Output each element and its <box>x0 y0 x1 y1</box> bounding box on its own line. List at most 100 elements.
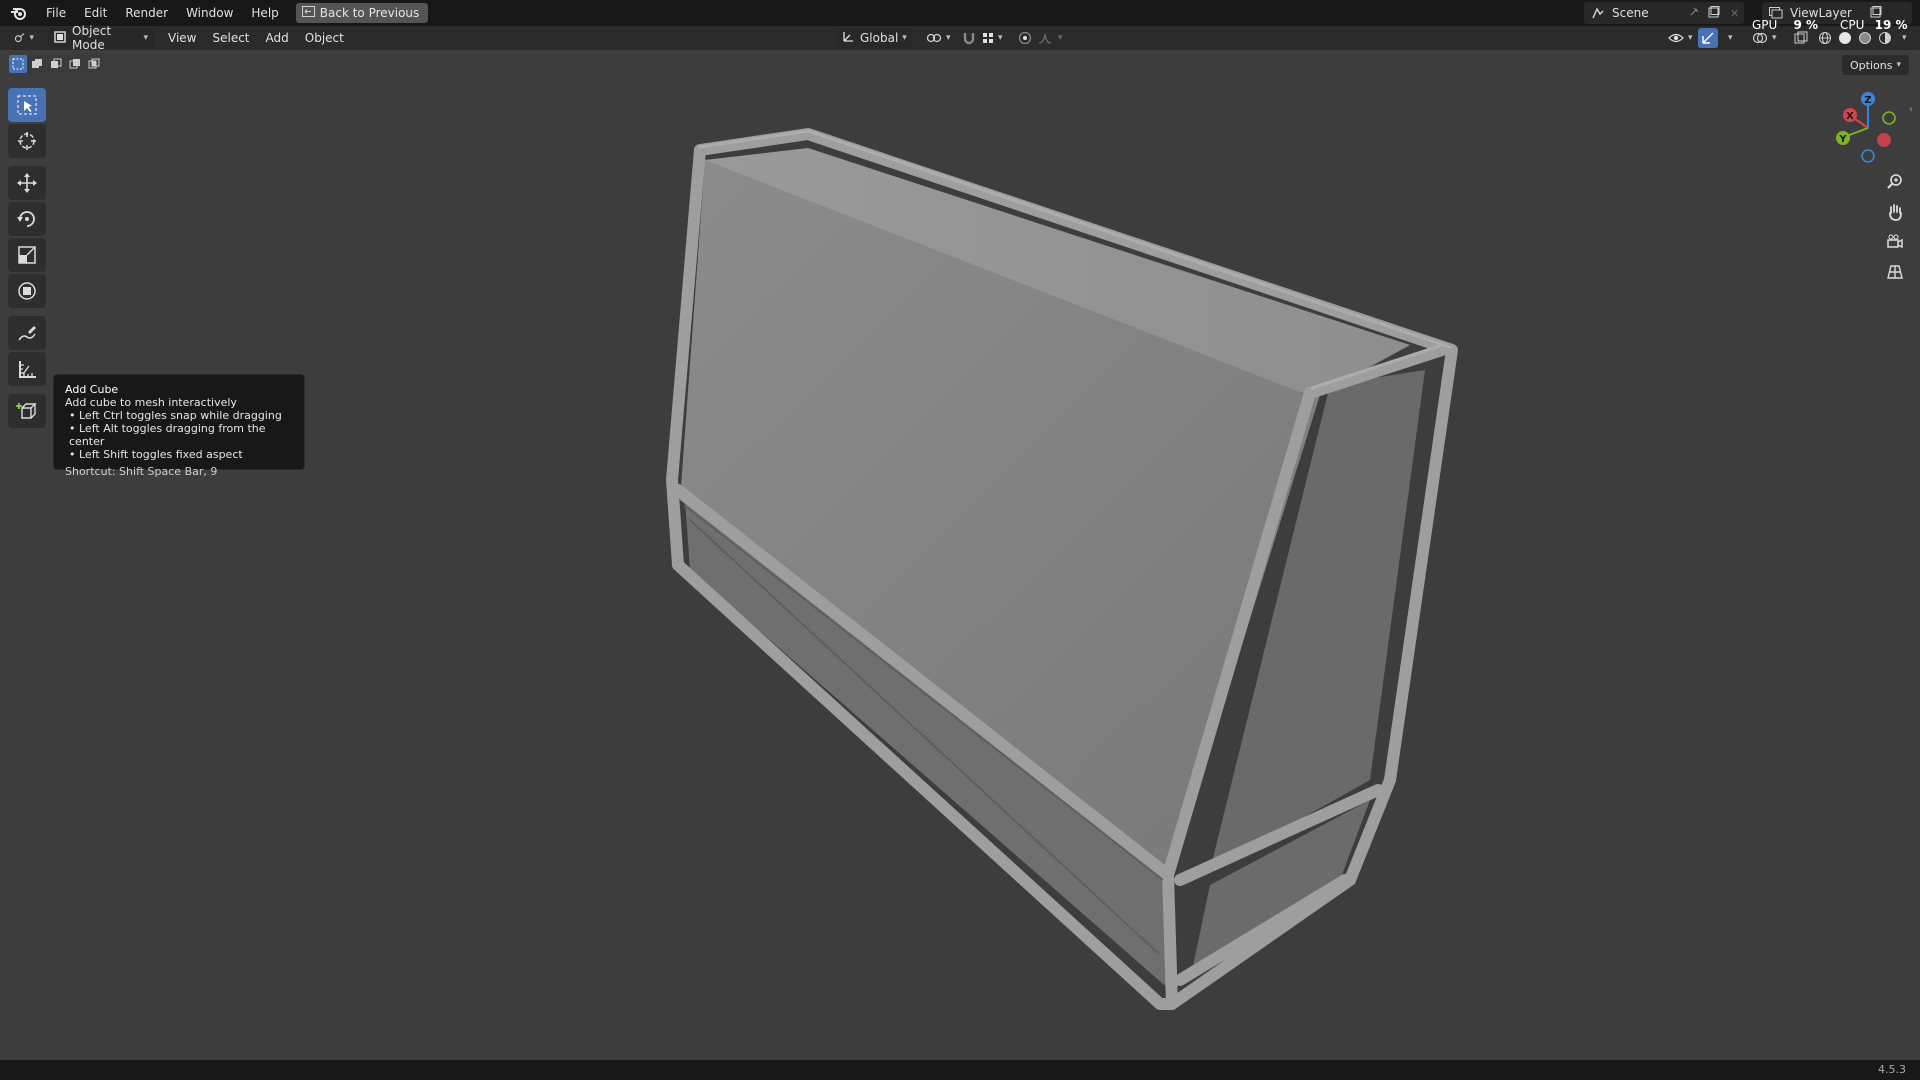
gizmo-dropdown[interactable]: ▾ <box>1718 28 1739 48</box>
mode-dropdown[interactable]: Object Mode ▾ <box>48 24 154 52</box>
y-axis-handle[interactable]: Y <box>1836 131 1850 145</box>
select-intersect-icon[interactable] <box>85 55 103 73</box>
visibility-dropdown[interactable]: ▾ <box>1662 28 1699 48</box>
menu-render[interactable]: Render <box>116 2 177 24</box>
gizmo-toggle[interactable] <box>1698 28 1718 48</box>
menu-add[interactable]: Add <box>260 28 295 48</box>
tooltip-bullet-text: Left Shift toggles fixed aspect <box>79 448 243 461</box>
cpu-value: 19 % <box>1874 18 1908 32</box>
pan-button[interactable] <box>1881 198 1909 226</box>
editor-type-button[interactable]: ▾ <box>8 28 40 48</box>
options-label: Options <box>1850 58 1893 72</box>
rotate-tool[interactable] <box>8 202 46 236</box>
cursor-tool[interactable] <box>8 124 46 158</box>
scale-tool[interactable] <box>8 238 46 272</box>
status-bar: 4.5.3 <box>0 1060 1920 1080</box>
neg-z-axis-handle[interactable] <box>1861 149 1875 163</box>
blender-logo-icon[interactable] <box>9 4 27 22</box>
select-new-icon[interactable] <box>9 55 27 73</box>
scene-render <box>666 128 1458 1010</box>
add-cube-icon <box>16 403 37 419</box>
bench-mesh[interactable] <box>666 128 1458 1010</box>
menu-edit[interactable]: Edit <box>75 2 116 24</box>
select-box-tool[interactable] <box>8 88 46 122</box>
scene-selector[interactable]: Scene ✕ <box>1584 2 1744 24</box>
chevron-down-icon: ▾ <box>1728 33 1733 43</box>
zoom-button[interactable] <box>1881 168 1909 196</box>
select-extend-icon[interactable] <box>28 55 46 73</box>
menu-help[interactable]: Help <box>242 2 287 24</box>
navigation-gizmo[interactable]: X Y Z <box>1828 86 1908 166</box>
menu-select[interactable]: Select <box>206 28 255 48</box>
menu-file[interactable]: File <box>37 2 75 24</box>
tooltip-bullet: • Left Alt toggles dragging from the cen… <box>69 422 266 448</box>
transform-orientation-dropdown[interactable]: Global ▾ <box>836 28 912 48</box>
tooltip-bullet: • Left Shift toggles fixed aspect <box>69 448 243 461</box>
tooltip-description: Add cube to mesh interactively <box>65 396 237 409</box>
options-dropdown[interactable]: Options ▾ <box>1842 55 1909 75</box>
transform-tool[interactable] <box>8 274 46 308</box>
orientation-label: Global <box>860 31 899 45</box>
snap-target-dropdown[interactable]: ▾ <box>976 28 1009 48</box>
menu-window[interactable]: Window <box>177 2 242 24</box>
camera-view-button[interactable] <box>1881 228 1909 256</box>
gizmo-icon <box>1702 32 1714 44</box>
scale-icon <box>18 246 36 264</box>
back-icon <box>301 6 315 20</box>
chevron-down-icon: ▾ <box>998 33 1003 43</box>
neg-y-axis-handle[interactable] <box>1882 111 1896 125</box>
selection-mode-group <box>9 55 103 73</box>
3d-viewport[interactable] <box>0 50 1920 1060</box>
close-scene-icon[interactable]: ✕ <box>1730 7 1739 20</box>
sidebar-toggle-icon[interactable]: ‹ <box>1909 104 1913 115</box>
annotate-tool[interactable] <box>8 316 46 350</box>
wireframe-sphere-icon <box>1819 32 1831 44</box>
move-tool[interactable] <box>8 166 46 200</box>
pivot-icon <box>926 33 942 43</box>
gpu-value: 9 % <box>1793 18 1819 32</box>
version-label: 4.5.3 <box>1878 1063 1906 1076</box>
pivot-point-button[interactable]: ▾ <box>920 28 957 48</box>
falloff-dropdown[interactable]: ▾ <box>1032 28 1069 48</box>
tooltip-title: Add Cube <box>65 383 119 396</box>
tooltip-shortcut: Shortcut: Shift Space Bar, 9 <box>65 465 218 478</box>
perspective-toggle-button[interactable] <box>1881 258 1909 286</box>
pin-icon[interactable] <box>1688 6 1700 21</box>
move-icon <box>17 173 37 193</box>
rendered-sphere-icon <box>1879 32 1891 44</box>
z-axis-label: Z <box>1864 95 1871 106</box>
new-scene-icon[interactable] <box>1708 5 1720 21</box>
select-box-icon <box>17 95 37 115</box>
scene-name[interactable]: Scene <box>1612 6 1682 20</box>
add-cube-tool[interactable] <box>8 394 46 428</box>
chevron-down-icon: ▾ <box>143 33 148 43</box>
hand-icon <box>1889 204 1902 221</box>
transform-icon <box>18 282 36 300</box>
xray-icon <box>1794 31 1808 44</box>
x-axis-handle[interactable]: X <box>1843 108 1857 122</box>
tooltip-bullet: • Left Ctrl toggles snap while dragging <box>69 409 282 422</box>
select-subtract-icon[interactable] <box>47 55 65 73</box>
chevron-down-icon: ▾ <box>29 33 34 43</box>
menu-view[interactable]: View <box>162 28 202 48</box>
z-axis-handle[interactable]: Z <box>1861 92 1875 106</box>
cpu-stat: CPU 19 % <box>1840 18 1908 32</box>
x-axis-label: X <box>1846 111 1854 122</box>
falloff-curve-icon <box>1038 33 1052 44</box>
tool-shelf <box>8 88 48 430</box>
select-invert-icon[interactable] <box>66 55 84 73</box>
back-to-previous-label: Back to Previous <box>319 6 420 20</box>
cursor-icon <box>18 132 36 150</box>
overlays-icon <box>1752 32 1768 44</box>
proportional-edit-icon <box>1018 31 1032 45</box>
tooltip-bullet-text: Left Ctrl toggles snap while dragging <box>79 409 282 422</box>
eye-icon <box>1668 33 1684 43</box>
measure-tool[interactable] <box>8 352 46 386</box>
camera-icon <box>1887 234 1903 249</box>
neg-x-axis-handle[interactable] <box>1877 133 1891 147</box>
back-to-previous-button[interactable]: Back to Previous <box>295 3 429 23</box>
grid-perspective-icon <box>1887 265 1903 279</box>
gpu-stat: GPU 9 % <box>1752 18 1818 32</box>
menu-object[interactable]: Object <box>299 28 350 48</box>
orientation-icon <box>842 30 855 46</box>
